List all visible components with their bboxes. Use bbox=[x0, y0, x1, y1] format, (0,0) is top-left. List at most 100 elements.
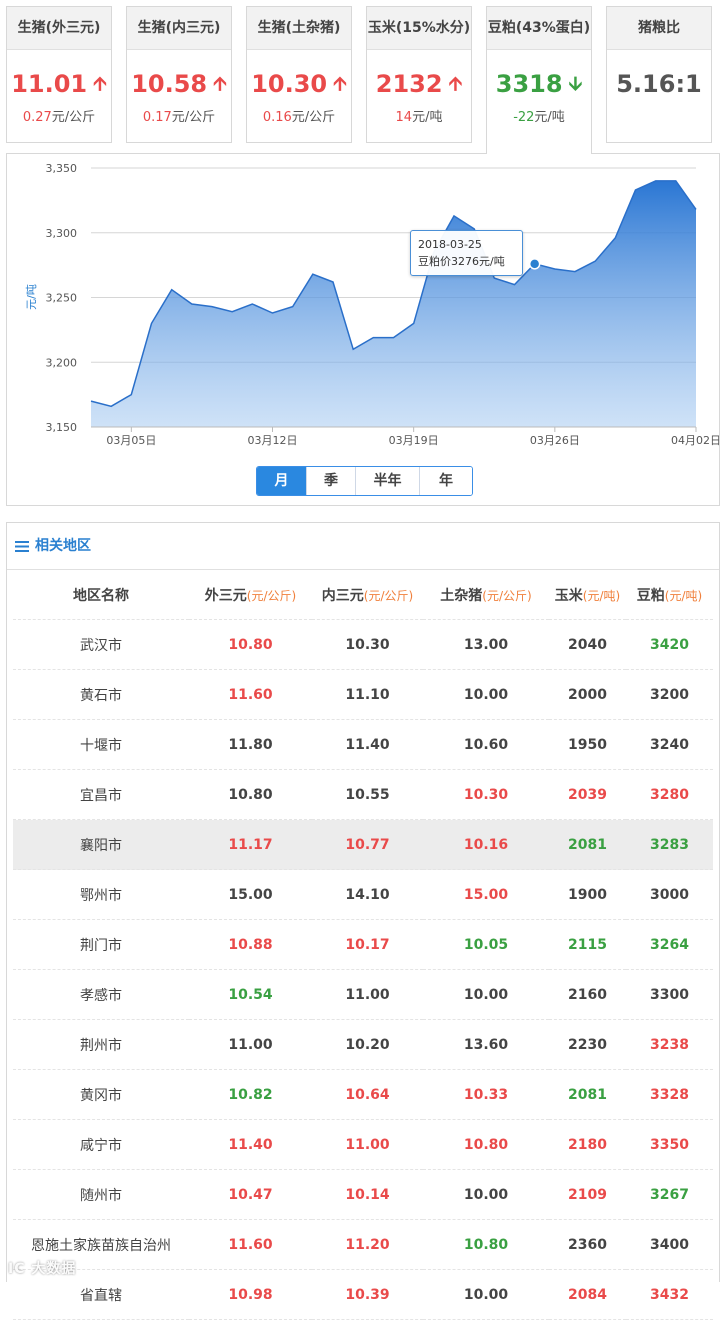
region-name-cell: 随州市 bbox=[13, 1169, 189, 1220]
tab-pig-external[interactable]: 生猪(外三元) 11.01 🡩 0.27元/公斤 bbox=[6, 6, 112, 143]
range-quarter-button[interactable]: 季 bbox=[306, 467, 355, 495]
price-cell: 15.00 bbox=[189, 869, 312, 920]
table-row[interactable]: 省直辖 10.98 10.39 10.00 2084 3432 bbox=[13, 1269, 713, 1320]
watermark: IC 大数据 bbox=[8, 1261, 77, 1277]
tab-change: 0.17元/公斤 bbox=[127, 106, 231, 125]
tab-value-number: 11.01 bbox=[11, 70, 88, 98]
tab-value-number: 10.30 bbox=[251, 70, 328, 98]
table-row[interactable]: 咸宁市 11.40 11.00 10.80 2180 3350 bbox=[13, 1119, 713, 1170]
price-cell: 10.80 bbox=[189, 619, 312, 670]
tab-value: 10.58 🡩 bbox=[127, 70, 231, 98]
y-tick-label: 3,200 bbox=[46, 356, 78, 369]
price-chart: 3,150 3,200 3,250 3,300 3,350 元/吨 03月05日 03月12日… bbox=[6, 153, 720, 506]
price-cell: 2180 bbox=[549, 1119, 626, 1170]
table-row[interactable]: 恩施土家族苗族自治州 11.60 11.20 10.80 2360 3400 bbox=[13, 1219, 713, 1270]
x-tick-label: 03月05日 bbox=[106, 434, 156, 447]
range-month-button[interactable]: 月 bbox=[257, 467, 306, 495]
table-row[interactable]: 荆门市 10.88 10.17 10.05 2115 3264 bbox=[13, 919, 713, 970]
price-cell: 3350 bbox=[626, 1119, 713, 1170]
table-row[interactable]: 武汉市 10.80 10.30 13.00 2040 3420 bbox=[13, 619, 713, 670]
arrow-up-icon: 🡩 bbox=[333, 73, 347, 95]
hover-point bbox=[528, 258, 541, 270]
range-year-button[interactable]: 年 bbox=[419, 467, 472, 495]
region-table: 地区名称 外三元(元/公斤) 内三元(元/公斤) 土杂猪(元/公斤) 玉米(元/… bbox=[13, 570, 713, 1320]
price-cell: 13.00 bbox=[423, 619, 549, 670]
table-row[interactable]: 十堰市 11.80 11.40 10.60 1950 3240 bbox=[13, 719, 713, 770]
arrow-up-icon: 🡩 bbox=[93, 73, 107, 95]
price-cell: 2081 bbox=[549, 1069, 626, 1120]
price-cell: 10.98 bbox=[189, 1269, 312, 1320]
tab-change-value: 0.17 bbox=[142, 110, 172, 125]
price-cell: 3432 bbox=[626, 1269, 713, 1320]
price-cell: 10.05 bbox=[423, 919, 549, 970]
tab-pig-grain-ratio[interactable]: 猪粮比 5.16:1 bbox=[606, 6, 712, 143]
price-cell: 10.88 bbox=[189, 919, 312, 970]
price-cell: 3200 bbox=[626, 669, 713, 720]
price-cell: 11.00 bbox=[189, 1019, 312, 1070]
table-row[interactable]: 黄石市 11.60 11.10 10.00 2000 3200 bbox=[13, 669, 713, 720]
tab-pig-internal[interactable]: 生猪(内三元) 10.58 🡩 0.17元/公斤 bbox=[126, 6, 232, 143]
tab-unit: 元/吨 bbox=[412, 110, 443, 125]
column-header-label: 地区名称 bbox=[73, 587, 129, 604]
tab-corn[interactable]: 玉米(15%水分) 2132 🡩 14元/吨 bbox=[366, 6, 472, 143]
price-cell: 11.60 bbox=[189, 669, 312, 720]
price-cell: 14.10 bbox=[312, 869, 423, 920]
table-row[interactable]: 荆州市 11.00 10.20 13.60 2230 3238 bbox=[13, 1019, 713, 1070]
tooltip-date: 2018-03-25 bbox=[418, 238, 482, 251]
column-header: 内三元(元/公斤) bbox=[312, 570, 423, 620]
region-name-cell: 襄阳市 bbox=[13, 819, 189, 870]
price-cell: 10.17 bbox=[312, 919, 423, 970]
price-cell: 11.00 bbox=[312, 1119, 423, 1170]
price-cell: 10.16 bbox=[423, 819, 549, 870]
range-halfyear-button[interactable]: 半年 bbox=[355, 467, 419, 495]
table-row[interactable]: 襄阳市 11.17 10.77 10.16 2081 3283 bbox=[13, 819, 713, 870]
price-cell: 3300 bbox=[626, 969, 713, 1020]
price-cell: 15.00 bbox=[423, 869, 549, 920]
table-row[interactable]: 随州市 10.47 10.14 10.00 2109 3267 bbox=[13, 1169, 713, 1220]
tab-change-value: 0.16 bbox=[262, 110, 292, 125]
price-cell: 2040 bbox=[549, 619, 626, 670]
column-header-unit: (元/公斤) bbox=[482, 588, 532, 603]
tab-pig-local[interactable]: 生猪(土杂猪) 10.30 🡩 0.16元/公斤 bbox=[246, 6, 352, 143]
price-cell: 2109 bbox=[549, 1169, 626, 1220]
table-row[interactable]: 鄂州市 15.00 14.10 15.00 1900 3000 bbox=[13, 869, 713, 920]
region-name-cell: 武汉市 bbox=[13, 619, 189, 670]
price-cell: 10.80 bbox=[423, 1119, 549, 1170]
price-cell: 13.60 bbox=[423, 1019, 549, 1070]
table-row[interactable]: 孝感市 10.54 11.00 10.00 2160 3300 bbox=[13, 969, 713, 1020]
table-row[interactable]: 黄冈市 10.82 10.64 10.33 2081 3328 bbox=[13, 1069, 713, 1120]
region-name-cell: 黄石市 bbox=[13, 669, 189, 720]
tab-title: 玉米(15%水分) bbox=[367, 7, 471, 50]
chart-tooltip: 2018-03-25 豆粕价3276元/吨 bbox=[410, 230, 523, 276]
price-cell: 10.00 bbox=[423, 669, 549, 720]
region-name-cell: 鄂州市 bbox=[13, 869, 189, 920]
price-cell: 10.20 bbox=[312, 1019, 423, 1070]
region-name-cell: 黄冈市 bbox=[13, 1069, 189, 1120]
tab-title: 生猪(内三元) bbox=[127, 7, 231, 50]
price-cell: 3400 bbox=[626, 1219, 713, 1270]
x-tick-label: 04月02日 bbox=[671, 434, 719, 447]
price-cell: 10.80 bbox=[423, 1219, 549, 1270]
price-cell: 10.64 bbox=[312, 1069, 423, 1120]
tab-change: 0.27元/公斤 bbox=[7, 106, 111, 125]
tab-value: 5.16:1 bbox=[607, 70, 711, 98]
table-row[interactable]: 宜昌市 10.80 10.55 10.30 2039 3280 bbox=[13, 769, 713, 820]
price-cell: 10.82 bbox=[189, 1069, 312, 1120]
price-cell: 11.40 bbox=[189, 1119, 312, 1170]
menu-icon bbox=[15, 540, 29, 552]
region-name-cell: 宜昌市 bbox=[13, 769, 189, 820]
price-cell: 2360 bbox=[549, 1219, 626, 1270]
column-header-label: 土杂猪 bbox=[440, 587, 483, 604]
price-cell: 10.80 bbox=[189, 769, 312, 820]
tooltip-text: 豆粕价3276元/吨 bbox=[418, 255, 505, 268]
price-cell: 11.17 bbox=[189, 819, 312, 870]
x-tick-label: 03月19日 bbox=[389, 434, 439, 447]
price-cell: 3238 bbox=[626, 1019, 713, 1070]
table-body: 武汉市 10.80 10.30 13.00 2040 3420 黄石市 11.60 11.10 1… bbox=[13, 619, 713, 1320]
arrow-up-icon: 🡩 bbox=[213, 73, 227, 95]
arrow-up-icon: 🡩 bbox=[448, 73, 463, 95]
tab-soymeal[interactable]: 豆粕(43%蛋白) 3318 🡫 -22元/吨 bbox=[486, 6, 592, 154]
price-cell: 2081 bbox=[549, 819, 626, 870]
column-header: 外三元(元/公斤) bbox=[189, 570, 312, 620]
column-header: 玉米(元/吨) bbox=[549, 570, 626, 620]
